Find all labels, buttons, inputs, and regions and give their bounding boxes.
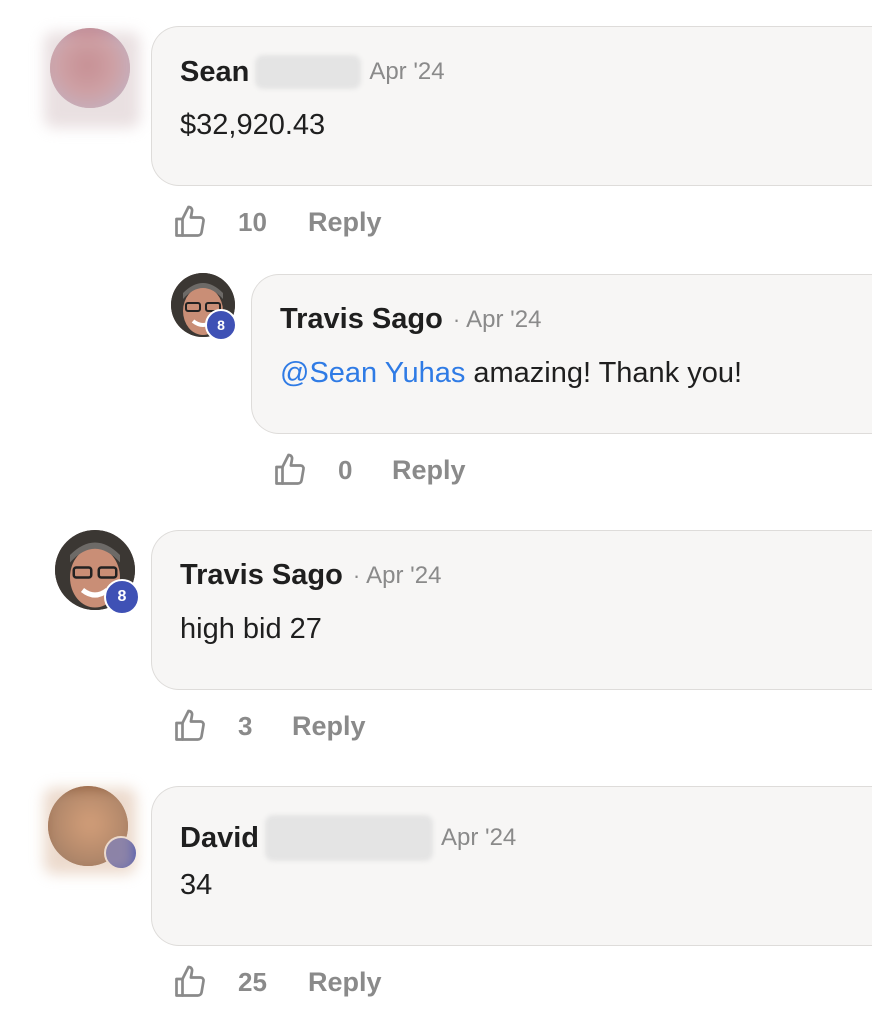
separator-dot: ·	[452, 306, 461, 332]
avatar[interactable]: 8	[55, 530, 140, 615]
comment-text-rest: amazing! Thank you!	[465, 357, 743, 389]
comment-actions: 25 Reply	[172, 964, 382, 1000]
avatar[interactable]	[44, 28, 140, 128]
thumbs-up-icon	[175, 205, 205, 237]
comment-text: @Sean Yuhas amazing! Thank you!	[280, 357, 742, 390]
comment-bubble: Travis Sago · Apr '24 @Sean Yuhas amazin…	[251, 274, 872, 434]
comment-bubble: David Apr '24 34	[151, 786, 872, 946]
like-button[interactable]	[172, 708, 208, 744]
author-name[interactable]: Travis Sago	[280, 303, 443, 336]
reply-button[interactable]: Reply	[308, 967, 382, 998]
avatar[interactable]: 8	[171, 273, 237, 341]
comment-actions: 10 Reply	[172, 204, 382, 240]
comment-text: 34	[180, 869, 213, 901]
comment-text: $32,920.43	[180, 109, 326, 141]
author-name[interactable]: David	[180, 822, 259, 855]
redacted-name	[264, 815, 433, 861]
separator-dot: ·	[352, 562, 361, 588]
thumbs-up-icon	[175, 965, 205, 997]
comment-date[interactable]: Apr '24	[366, 562, 441, 590]
mention-link[interactable]: @Sean Yuhas	[280, 357, 465, 389]
like-button[interactable]	[172, 204, 208, 240]
author-name[interactable]: Sean	[180, 56, 249, 89]
comment-text: high bid 27	[180, 613, 322, 645]
author-name[interactable]: Travis Sago	[180, 559, 343, 592]
like-count: 3	[238, 710, 253, 741]
comment-actions: 0 Reply	[272, 452, 466, 488]
thumbs-up-icon	[275, 453, 305, 485]
comment-bubble: Travis Sago · Apr '24 high bid 27	[151, 530, 872, 690]
thumbs-up-icon	[175, 709, 205, 741]
redacted-name	[255, 55, 362, 89]
avatar[interactable]	[44, 786, 138, 874]
like-count: 10	[238, 206, 267, 237]
reply-button[interactable]: Reply	[392, 455, 466, 486]
reply-button[interactable]: Reply	[308, 207, 382, 238]
like-button[interactable]	[272, 452, 308, 488]
comment-actions: 3 Reply	[172, 708, 366, 744]
like-count: 25	[238, 966, 267, 997]
comment-date[interactable]: Apr '24	[466, 306, 541, 334]
comment-date[interactable]: Apr '24	[369, 58, 444, 86]
comment-bubble: Sean Apr '24 $32,920.43	[151, 26, 872, 186]
comment-date[interactable]: Apr '24	[441, 824, 516, 852]
reply-button[interactable]: Reply	[292, 711, 366, 742]
level-badge: 8	[205, 309, 237, 341]
like-button[interactable]	[172, 964, 208, 1000]
level-badge: 8	[104, 579, 140, 615]
like-count: 0	[338, 454, 353, 485]
